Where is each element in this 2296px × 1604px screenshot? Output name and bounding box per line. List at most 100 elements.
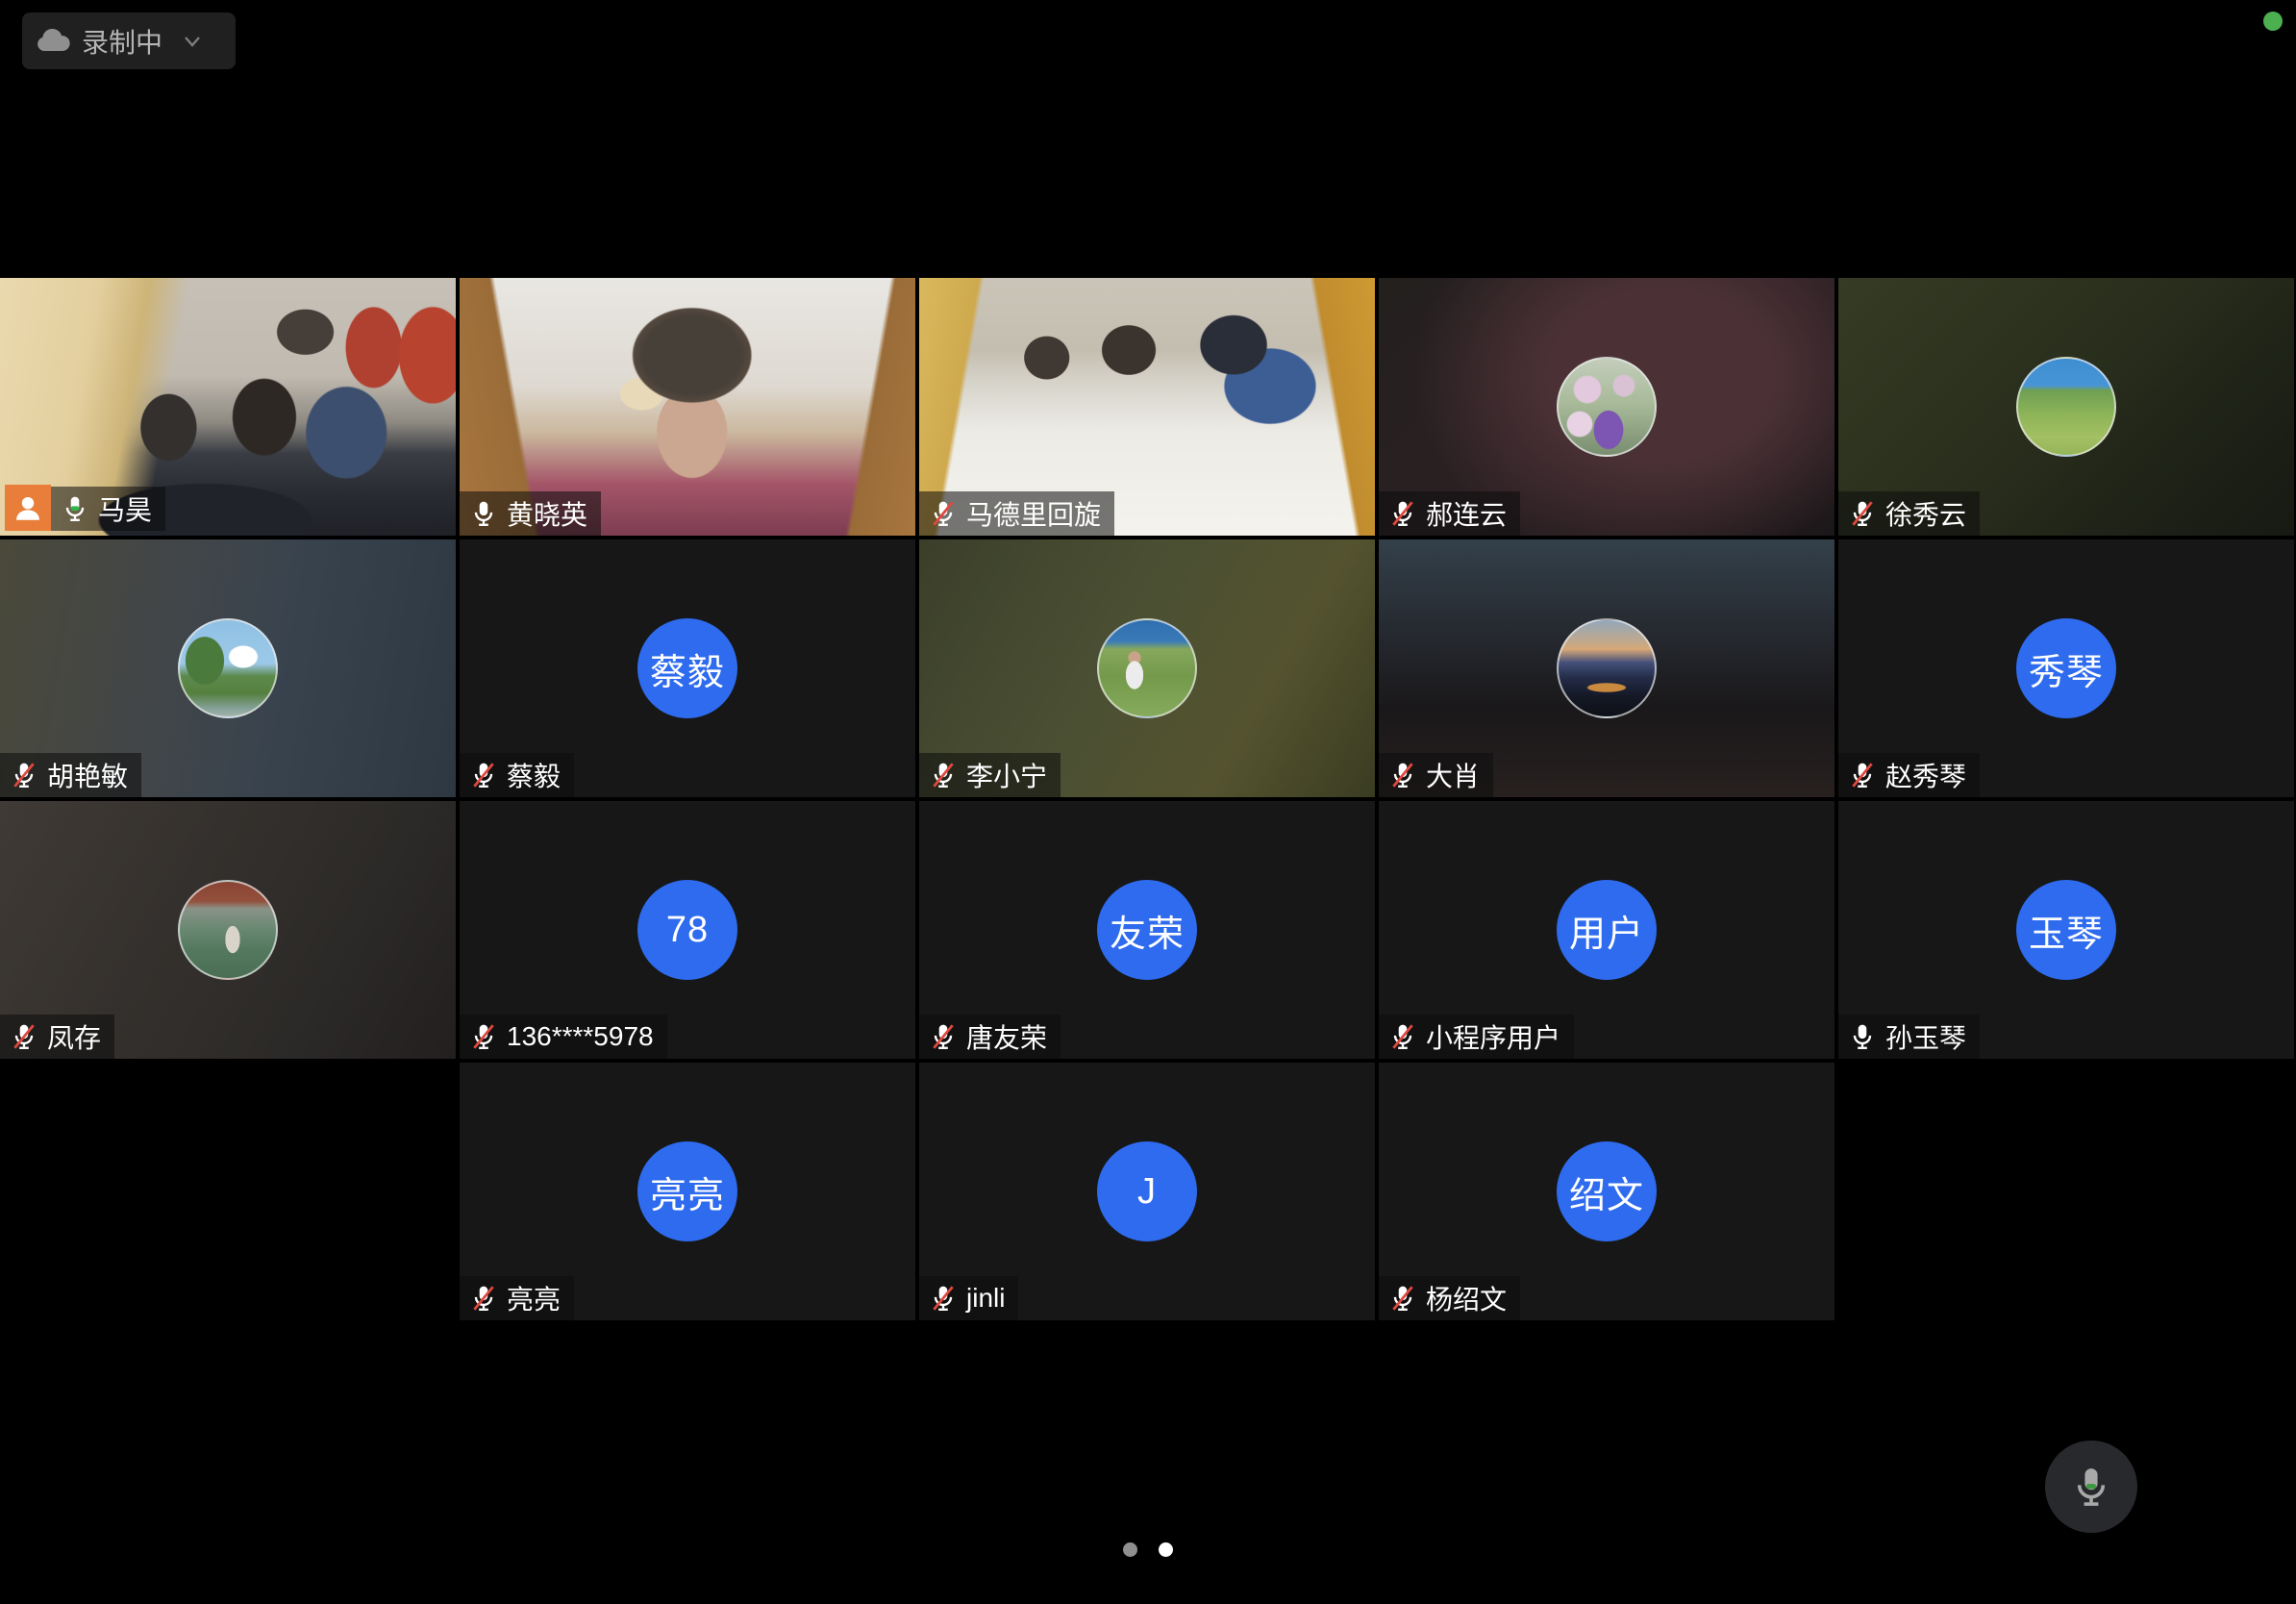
avatar-photo: [178, 618, 278, 718]
participant-name: 杨绍文: [1426, 1279, 1507, 1317]
participant-name-tag: 胡艳敏: [0, 753, 141, 797]
status-dot: [2263, 12, 2283, 31]
avatar-photo: [1097, 618, 1197, 718]
participant-tile-hao-lianyun[interactable]: 郝连云: [1379, 278, 1834, 536]
avatar-initial: 秀琴: [2016, 618, 2116, 718]
avatar-initial-text: 用户: [1569, 904, 1644, 957]
person-badge-icon: [5, 485, 51, 531]
microphone-icon: [2069, 1465, 2113, 1509]
microphone-button[interactable]: [2045, 1441, 2137, 1533]
recording-badge[interactable]: 录制中: [22, 13, 236, 69]
participant-tile-xu-xiuyun[interactable]: 徐秀云: [1838, 278, 2294, 536]
avatar-initial-text: 绍文: [1569, 1165, 1644, 1218]
participant-name-tag: 凤存: [0, 1015, 114, 1059]
mic-muted-icon: [1388, 499, 1417, 528]
participant-tile-liangliang[interactable]: 亮亮 亮亮: [460, 1063, 915, 1320]
avatar-initial: 78: [637, 880, 737, 980]
page-dot-2[interactable]: [1159, 1542, 1173, 1557]
participant-name: 亮亮: [507, 1279, 561, 1317]
participant-name: 蔡毅: [507, 756, 561, 794]
participant-name: 唐友荣: [966, 1017, 1047, 1056]
avatar-initial-text: 蔡毅: [650, 642, 725, 695]
participant-name-tag: 亮亮: [460, 1276, 574, 1320]
participant-name-tag: 136****5978: [460, 1015, 667, 1059]
mic-icon: [61, 494, 89, 523]
avatar-photo: [1557, 618, 1657, 718]
participant-tile-feng-cun[interactable]: 凤存: [0, 801, 456, 1059]
participant-name: 李小宁: [966, 756, 1047, 794]
mic-muted-icon: [929, 761, 958, 789]
participant-name: 孙玉琴: [1885, 1017, 1966, 1056]
participant-name-tag: 马德里回旋: [919, 491, 1114, 536]
participant-tile-huang-xiaoying[interactable]: 黄晓英: [460, 278, 915, 536]
participant-tile-hu-yanmin[interactable]: 胡艳敏: [0, 539, 456, 797]
mic-muted-icon: [1388, 1284, 1417, 1313]
mic-muted-icon: [929, 1022, 958, 1051]
participant-tile-zhao-xiuqin[interactable]: 秀琴 赵秀琴: [1838, 539, 2294, 797]
avatar-initial-text: 78: [666, 910, 709, 951]
page-indicator: [0, 1542, 2296, 1557]
avatar-initial-text: 亮亮: [650, 1165, 725, 1218]
participant-name-tag: 孙玉琴: [1838, 1015, 1980, 1059]
participant-name-tag: 赵秀琴: [1838, 753, 1980, 797]
participant-name-tag: 大肖: [1379, 753, 1493, 797]
participant-name: 赵秀琴: [1885, 756, 1966, 794]
participant-tile-madelihuixuan[interactable]: 马德里回旋: [919, 278, 1375, 536]
participant-name: 胡艳敏: [47, 756, 128, 794]
participant-tile-sun-yuqin[interactable]: 玉琴 孙玉琴: [1838, 801, 2294, 1059]
participant-name: 大肖: [1426, 756, 1480, 794]
participant-tile-ma-hao[interactable]: 马昊: [0, 278, 456, 536]
meeting-stage: 录制中 马昊: [0, 0, 2296, 1604]
participant-name-tag: 小程序用户: [1379, 1015, 1574, 1059]
recording-label: 录制中: [82, 22, 162, 61]
participant-tile-tang-yourong[interactable]: 友荣 唐友荣: [919, 801, 1375, 1059]
participant-name: 郝连云: [1426, 494, 1507, 533]
participant-name-tag: 郝连云: [1379, 491, 1520, 536]
cloud-icon: [36, 29, 70, 54]
participant-tile-miniprogram-user[interactable]: 用户 小程序用户: [1379, 801, 1834, 1059]
mic-muted-icon: [469, 761, 498, 789]
participant-name-tag: 徐秀云: [1838, 491, 1980, 536]
participant-grid: 马昊 黄晓英: [0, 278, 2294, 1320]
mic-muted-icon: [10, 761, 38, 789]
mic-muted-icon: [469, 1284, 498, 1313]
participant-tile-jinli[interactable]: J jinli: [919, 1063, 1375, 1320]
participant-name: 马昊: [98, 489, 152, 528]
avatar-initial: 绍文: [1557, 1141, 1657, 1241]
mic-icon: [1848, 1022, 1877, 1051]
mic-muted-icon: [1388, 761, 1417, 789]
avatar-photo: [2016, 357, 2116, 457]
chevron-down-icon: [184, 36, 201, 47]
participant-tile-136-5978[interactable]: 78 136****5978: [460, 801, 915, 1059]
participant-name: 马德里回旋: [966, 494, 1101, 533]
avatar-initial-text: 秀琴: [2029, 642, 2104, 695]
avatar-initial: J: [1097, 1141, 1197, 1241]
avatar-initial: 亮亮: [637, 1141, 737, 1241]
participant-name-tag: 黄晓英: [460, 491, 601, 536]
avatar-photo: [178, 880, 278, 980]
participant-name: 徐秀云: [1885, 494, 1966, 533]
avatar-initial-text: 友荣: [1110, 904, 1185, 957]
mic-muted-icon: [929, 499, 958, 528]
participant-tile-cai-yi[interactable]: 蔡毅 蔡毅: [460, 539, 915, 797]
participant-name: 136****5978: [507, 1021, 654, 1052]
mic-muted-icon: [1388, 1022, 1417, 1051]
participant-name: jinli: [966, 1283, 1005, 1314]
mic-muted-icon: [1848, 761, 1877, 789]
page-dot-1[interactable]: [1123, 1542, 1137, 1557]
avatar-initial-text: J: [1137, 1171, 1157, 1213]
participant-name-tag: 蔡毅: [460, 753, 574, 797]
avatar-initial: 用户: [1557, 880, 1657, 980]
avatar-initial-text: 玉琴: [2029, 904, 2104, 957]
participant-name-tag: 李小宁: [919, 753, 1061, 797]
participant-name: 小程序用户: [1426, 1017, 1560, 1056]
participant-tile-yang-shaowen[interactable]: 绍文 杨绍文: [1379, 1063, 1834, 1320]
avatar-initial: 友荣: [1097, 880, 1197, 980]
avatar-initial: 蔡毅: [637, 618, 737, 718]
mic-icon: [469, 499, 498, 528]
participant-name-tag: 杨绍文: [1379, 1276, 1520, 1320]
participant-name-tag: jinli: [919, 1276, 1018, 1320]
participant-tile-li-xiaoning[interactable]: 李小宁: [919, 539, 1375, 797]
participant-tile-da-xiao[interactable]: 大肖: [1379, 539, 1834, 797]
participant-name: 凤存: [47, 1017, 101, 1056]
